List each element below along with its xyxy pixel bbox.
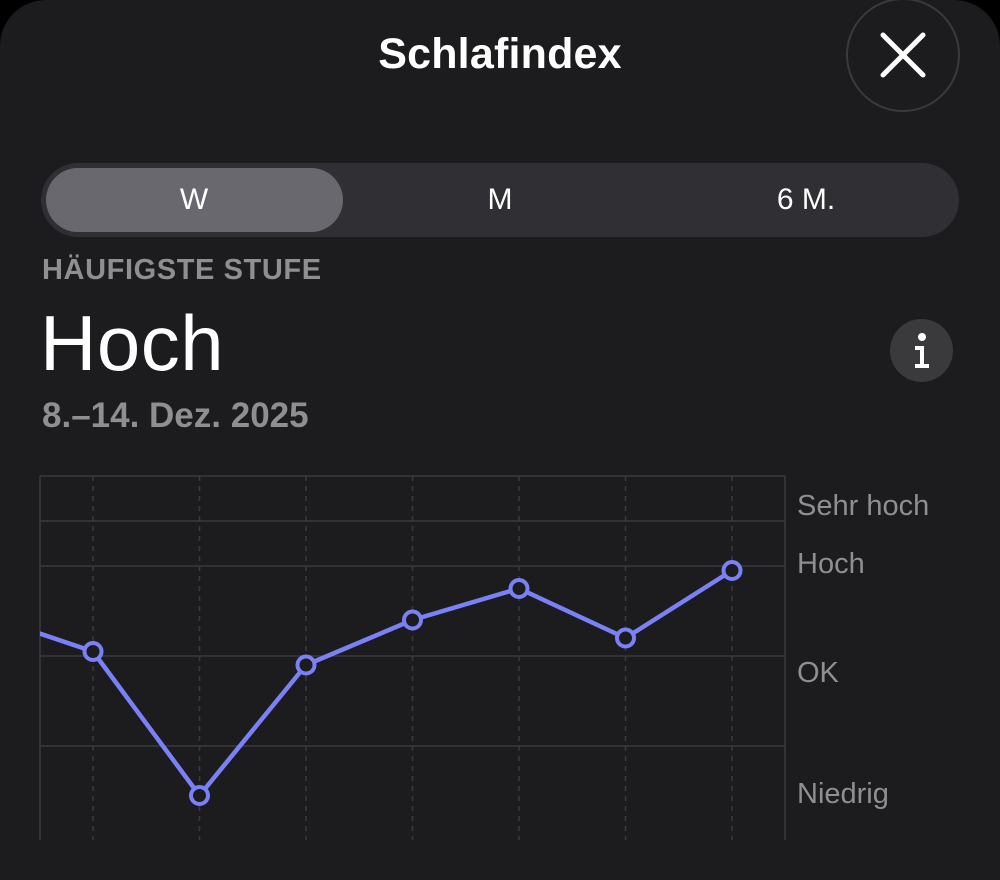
data-point: [189, 785, 210, 806]
y-axis-label: Sehr hoch: [797, 490, 930, 522]
segment-month[interactable]: M: [347, 163, 653, 237]
series-line: [40, 568, 734, 798]
data-point: [402, 609, 423, 631]
segment-week[interactable]: W: [41, 163, 347, 237]
info-icon: [914, 332, 929, 368]
summary-level: Hoch: [40, 299, 225, 387]
segment-six-months-label: 6 M.: [776, 183, 836, 216]
summary-date-range: 8.–14. Dez. 2025: [42, 396, 309, 435]
summary-eyebrow: HÄUFIGSTE STUFE: [42, 254, 322, 286]
segment-month-label: M: [487, 183, 513, 216]
period-segmented-control: W M 6 M.: [41, 163, 959, 237]
data-point: [615, 627, 636, 649]
data-point: [295, 654, 317, 676]
segment-week-label: W: [179, 183, 209, 216]
y-axis-label: Hoch: [797, 548, 865, 580]
info-button[interactable]: [890, 319, 953, 382]
y-axis-label: Niedrig: [797, 778, 889, 810]
sleep-index-chart: Niedrig OK Hoch Sehr hoch: [0, 460, 1000, 840]
data-point: [508, 578, 530, 599]
segment-six-months[interactable]: 6 M.: [653, 163, 959, 237]
y-axis-label: OK: [797, 657, 839, 689]
sleep-index-sheet: Schlafindex W M 6 M. HÄUFIGSTE STUFE Hoc…: [0, 0, 1000, 880]
close-icon: [880, 32, 926, 78]
data-point: [721, 560, 743, 581]
close-button[interactable]: [848, 0, 958, 110]
data-point: [82, 641, 104, 662]
